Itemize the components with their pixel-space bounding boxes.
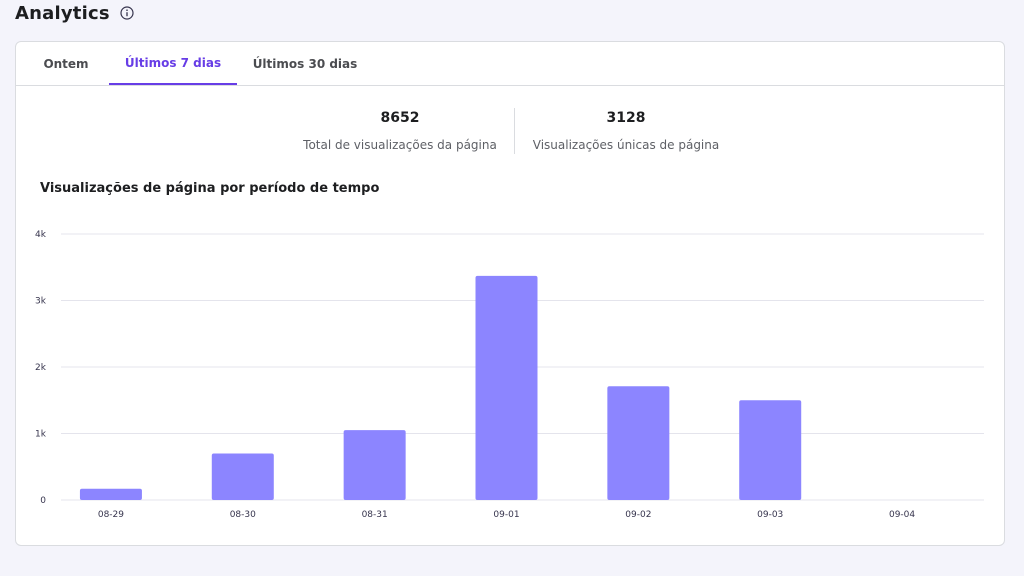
page-views-bar-chart: 0 1k 2k 3k 4k 08-29 08-30 08-31 09-01 09-02 09-03 0… bbox=[35, 230, 984, 520]
x-tick-label: 09-01 bbox=[493, 510, 519, 520]
bar-08-31[interactable] bbox=[343, 430, 406, 500]
x-tick-label: 08-29 bbox=[98, 510, 124, 520]
analytics-card: Ontem Últimos 7 dias Últimos 30 dias 865… bbox=[15, 41, 1005, 546]
bar-08-30[interactable] bbox=[211, 453, 274, 500]
x-tick-label: 08-31 bbox=[362, 510, 388, 520]
x-tick-label: 09-03 bbox=[757, 510, 783, 520]
bar-09-03[interactable] bbox=[739, 400, 802, 500]
y-tick-label: 0 bbox=[40, 496, 46, 506]
bar-08-29[interactable] bbox=[79, 488, 142, 500]
y-tick-label: 1k bbox=[35, 430, 47, 440]
bar-09-01[interactable] bbox=[475, 275, 538, 500]
x-tick-label: 09-04 bbox=[889, 510, 915, 520]
page-title: Analytics bbox=[15, 2, 110, 24]
info-circle-icon[interactable] bbox=[120, 6, 134, 20]
y-tick-label: 2k bbox=[35, 363, 47, 373]
page-header: Analytics bbox=[15, 0, 134, 26]
y-tick-label: 4k bbox=[35, 230, 47, 240]
bar-09-02[interactable] bbox=[607, 386, 670, 500]
x-tick-label: 09-02 bbox=[625, 510, 651, 520]
x-tick-label: 08-30 bbox=[230, 510, 256, 520]
y-tick-label: 3k bbox=[35, 297, 47, 307]
